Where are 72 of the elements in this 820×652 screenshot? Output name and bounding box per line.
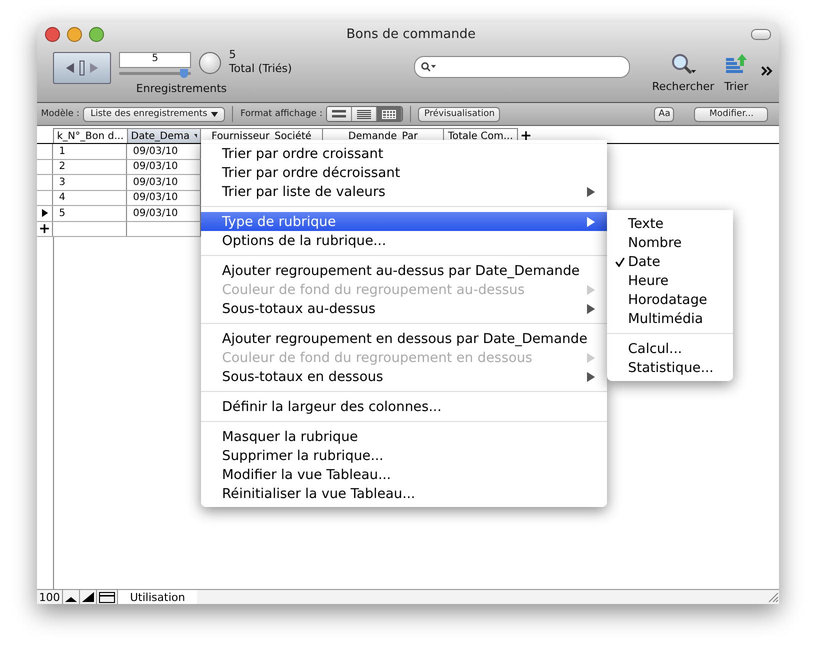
modify-button[interactable]: Modifier... (694, 106, 768, 122)
menu-item[interactable]: Statistique... (607, 358, 733, 377)
zoom-in-icon[interactable] (80, 590, 97, 604)
find-button[interactable]: Rechercher (652, 52, 714, 93)
sort-icon (724, 52, 748, 76)
menu-item[interactable]: Sous-totaux au-dessus (201, 299, 607, 318)
layout-label: Modèle : (41, 109, 80, 119)
zoom-level: 100 (37, 590, 63, 604)
minimize-button[interactable] (67, 26, 82, 42)
view-toggle[interactable] (352, 107, 378, 121)
slider-thumb[interactable] (180, 69, 188, 78)
records-label: Enregistrements (136, 82, 227, 95)
submenu-arrow-icon (587, 186, 595, 196)
menu-item[interactable]: Multimédia (607, 309, 733, 328)
mode-menu[interactable]: Utilisation (118, 590, 198, 604)
menu-item[interactable]: Définir la largeur des colonnes... (201, 397, 607, 416)
view-format-label: Format affichage : (240, 109, 322, 119)
resize-grip-icon[interactable] (767, 591, 779, 603)
sort-caret-icon (192, 133, 197, 139)
menu-item[interactable]: Options de la rubrique... (201, 231, 607, 250)
menu-item[interactable]: Texte (607, 214, 733, 233)
record-slider[interactable] (119, 72, 191, 75)
menu-item[interactable]: Horodatage (607, 290, 733, 309)
record-book-icon[interactable] (53, 52, 111, 84)
menu-item[interactable]: Trier par ordre croissant (201, 144, 607, 163)
search-field[interactable] (414, 56, 630, 78)
found-count: 5 (229, 48, 237, 62)
toolbar-toggle-button[interactable] (750, 28, 771, 40)
dropdown-caret-icon (211, 112, 218, 116)
menu-item[interactable]: Sous-totaux en dessous (201, 367, 607, 386)
total-label: Total (Triés) (229, 62, 292, 76)
preview-button[interactable]: Prévisualisation (418, 106, 500, 122)
table-cell: 2 (53, 160, 127, 174)
sort-button[interactable]: Trier (724, 52, 748, 93)
magnifier-icon (670, 52, 696, 76)
list-view-icon (357, 110, 372, 118)
table-cell: 4 (53, 190, 127, 205)
menu-item[interactable]: Nombre (607, 233, 733, 252)
checkmark-icon (615, 256, 625, 266)
form-view-icon (332, 110, 346, 118)
column-header[interactable]: Date_Dema (128, 128, 201, 143)
menu-item[interactable]: Trier par liste de valeurs (201, 182, 607, 201)
menu-item[interactable]: Type de rubrique (201, 212, 607, 231)
add-record-button[interactable]: + (37, 222, 52, 236)
text-format-button[interactable]: Aa (654, 106, 674, 122)
menu-item[interactable]: Calcul... (607, 339, 733, 358)
record-number-field[interactable]: 5 (119, 52, 191, 68)
add-column-button[interactable]: + (518, 128, 534, 143)
menu-item[interactable]: Date (607, 252, 733, 271)
table-cell: 5 (53, 206, 127, 220)
column-header[interactable]: k_N°_Bon d... (54, 128, 128, 143)
menu-item[interactable]: Trier par ordre décroissant (201, 163, 607, 182)
submenu-arrow-icon (587, 216, 595, 226)
table-cell: 3 (53, 175, 127, 190)
search-icon (420, 62, 437, 72)
close-button[interactable] (45, 26, 60, 42)
table-view-icon (382, 110, 396, 118)
zoom-out-icon[interactable] (63, 590, 80, 604)
menu-item[interactable]: Ajouter regroupement en dessous par Date_Demande (201, 329, 607, 348)
menu-item[interactable]: Masquer la rubrique (201, 427, 607, 446)
current-record-arrow-icon (42, 209, 48, 218)
view-toggle[interactable] (377, 107, 402, 121)
layout-dropdown[interactable]: Liste des enregistrements (83, 106, 226, 122)
table-cell: 1 (53, 144, 127, 158)
zoom-button[interactable] (89, 26, 104, 42)
menu-item[interactable]: Supprimer la rubrique... (201, 446, 607, 465)
menu-item[interactable]: Modifier la vue Tableau... (201, 465, 607, 484)
window-title: Bons de commande (346, 26, 477, 42)
menu-item[interactable]: Ajouter regroupement au-dessus par Date_Demande (201, 261, 607, 280)
menu-item[interactable]: Réinitialiser la vue Tableau... (201, 484, 607, 503)
view-toggle[interactable] (327, 107, 352, 121)
menu-item[interactable]: Heure (607, 271, 733, 290)
